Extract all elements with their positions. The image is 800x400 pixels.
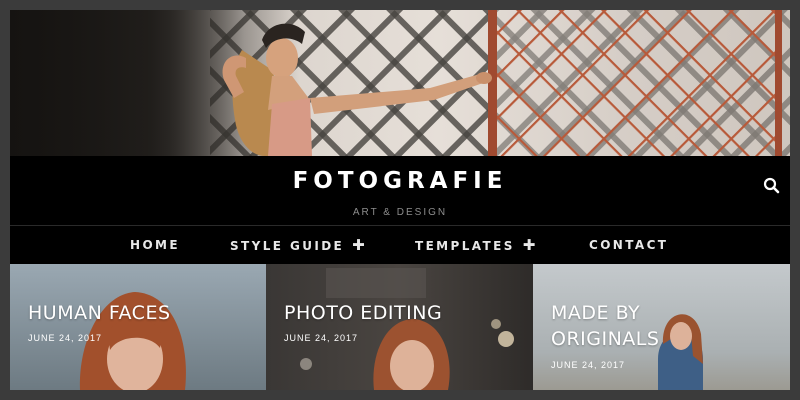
plus-icon[interactable]: ✚ [523,227,536,264]
hero-image [10,10,790,156]
search-icon [763,177,780,194]
post-card-photo-editing[interactable]: PHOTO EDITING JUNE 24, 2017 [266,264,533,390]
nav-item-templates[interactable]: TEMPLATES ✚ [415,227,535,264]
post-card-title-line: MADE BY [551,302,641,324]
page-frame: FOTOGRAFIE ART & DESIGN HOME STYLE GUIDE… [10,10,790,390]
nav-item-contact[interactable]: CONTACT [589,227,668,264]
post-card-date: JUNE 24, 2017 [284,333,359,343]
nav-item-style-guide[interactable]: STYLE GUIDE ✚ [230,227,365,264]
nav-item-home[interactable]: HOME [130,227,180,264]
search-button[interactable] [762,176,782,196]
nav-item-label: HOME [130,238,180,252]
post-card-date: JUNE 24, 2017 [551,360,626,370]
nav-item-label: CONTACT [589,238,669,252]
post-card-made-by-originals[interactable]: MADE BY ORIGINALS JUNE 24, 2017 [533,264,790,390]
post-card-image [266,264,533,390]
site-title[interactable]: FOTOGRAFIE [10,168,790,194]
post-card-image [10,264,266,390]
post-card-human-faces[interactable]: HUMAN FACES JUNE 24, 2017 [10,264,266,390]
site-tagline: ART & DESIGN [352,207,448,218]
post-card-title[interactable]: MADE BY ORIGINALS [551,300,659,352]
main-nav: HOME STYLE GUIDE ✚ TEMPLATES ✚ CONTACT [10,227,790,264]
post-card-title-line: ORIGINALS [551,328,660,350]
nav-item-label: STYLE GUIDE [230,239,345,253]
plus-icon[interactable]: ✚ [352,227,365,264]
post-card-title[interactable]: PHOTO EDITING [284,300,442,326]
post-card-date: JUNE 24, 2017 [28,333,103,343]
post-card-title[interactable]: HUMAN FACES [28,300,171,326]
hero-illustration [210,10,790,156]
site-header: FOTOGRAFIE ART & DESIGN [10,156,790,226]
nav-item-label: TEMPLATES [415,239,515,253]
